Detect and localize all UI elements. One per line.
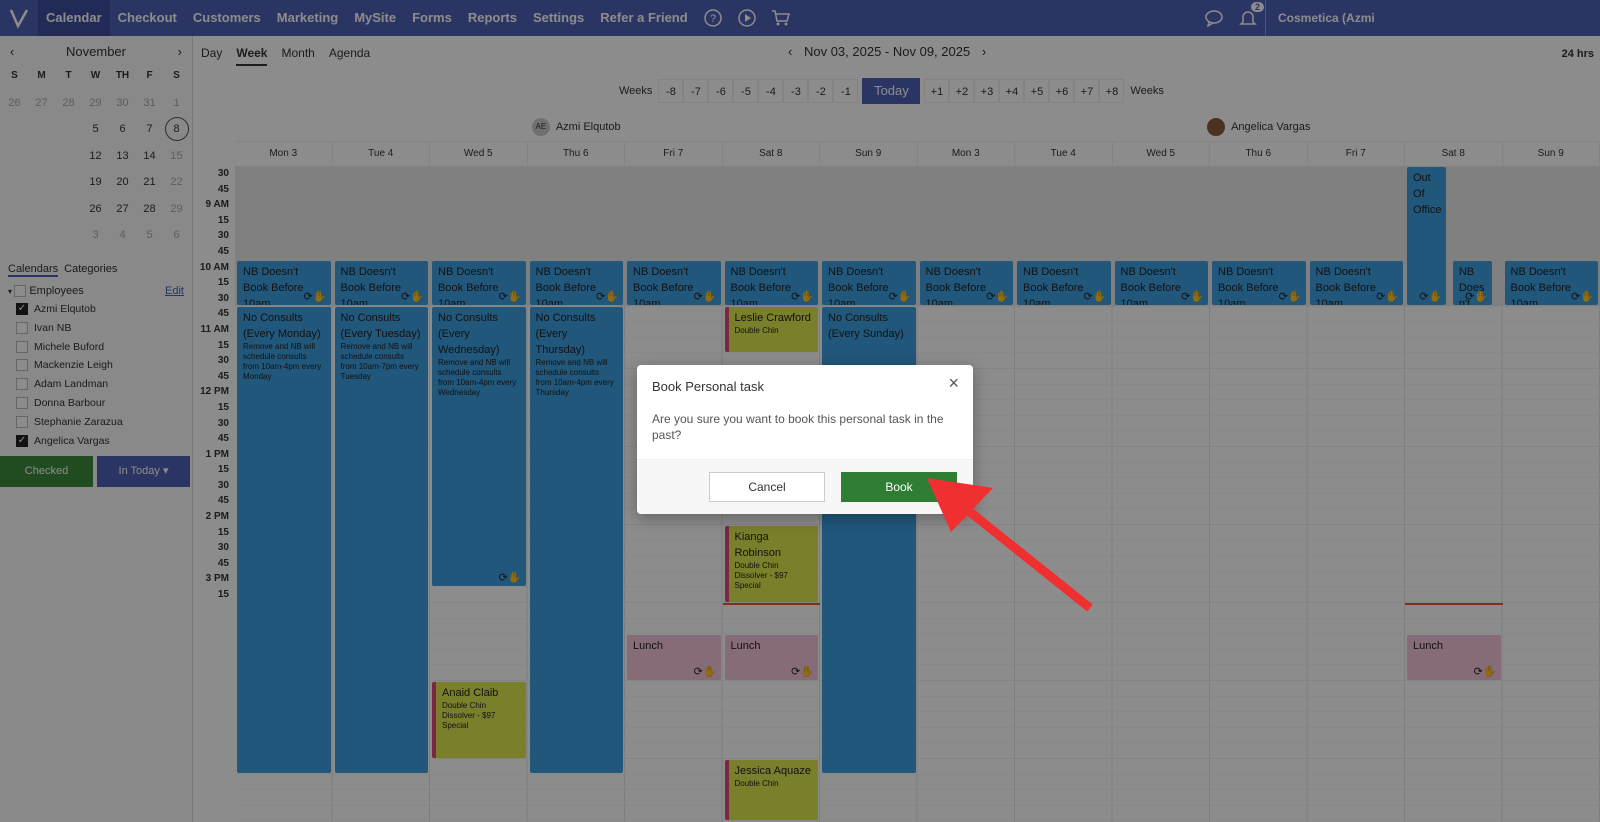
cancel-button[interactable]: Cancel bbox=[709, 472, 825, 502]
dialog-message: Are you sure you want to book this perso… bbox=[652, 412, 944, 442]
close-icon[interactable]: × bbox=[948, 373, 959, 394]
dialog-title: Book Personal task bbox=[652, 379, 765, 394]
dialog-footer: Cancel Book bbox=[637, 459, 973, 514]
red-arrow-annotation bbox=[927, 478, 1093, 612]
book-personal-task-dialog: Book Personal task × Are you sure you wa… bbox=[637, 365, 973, 514]
